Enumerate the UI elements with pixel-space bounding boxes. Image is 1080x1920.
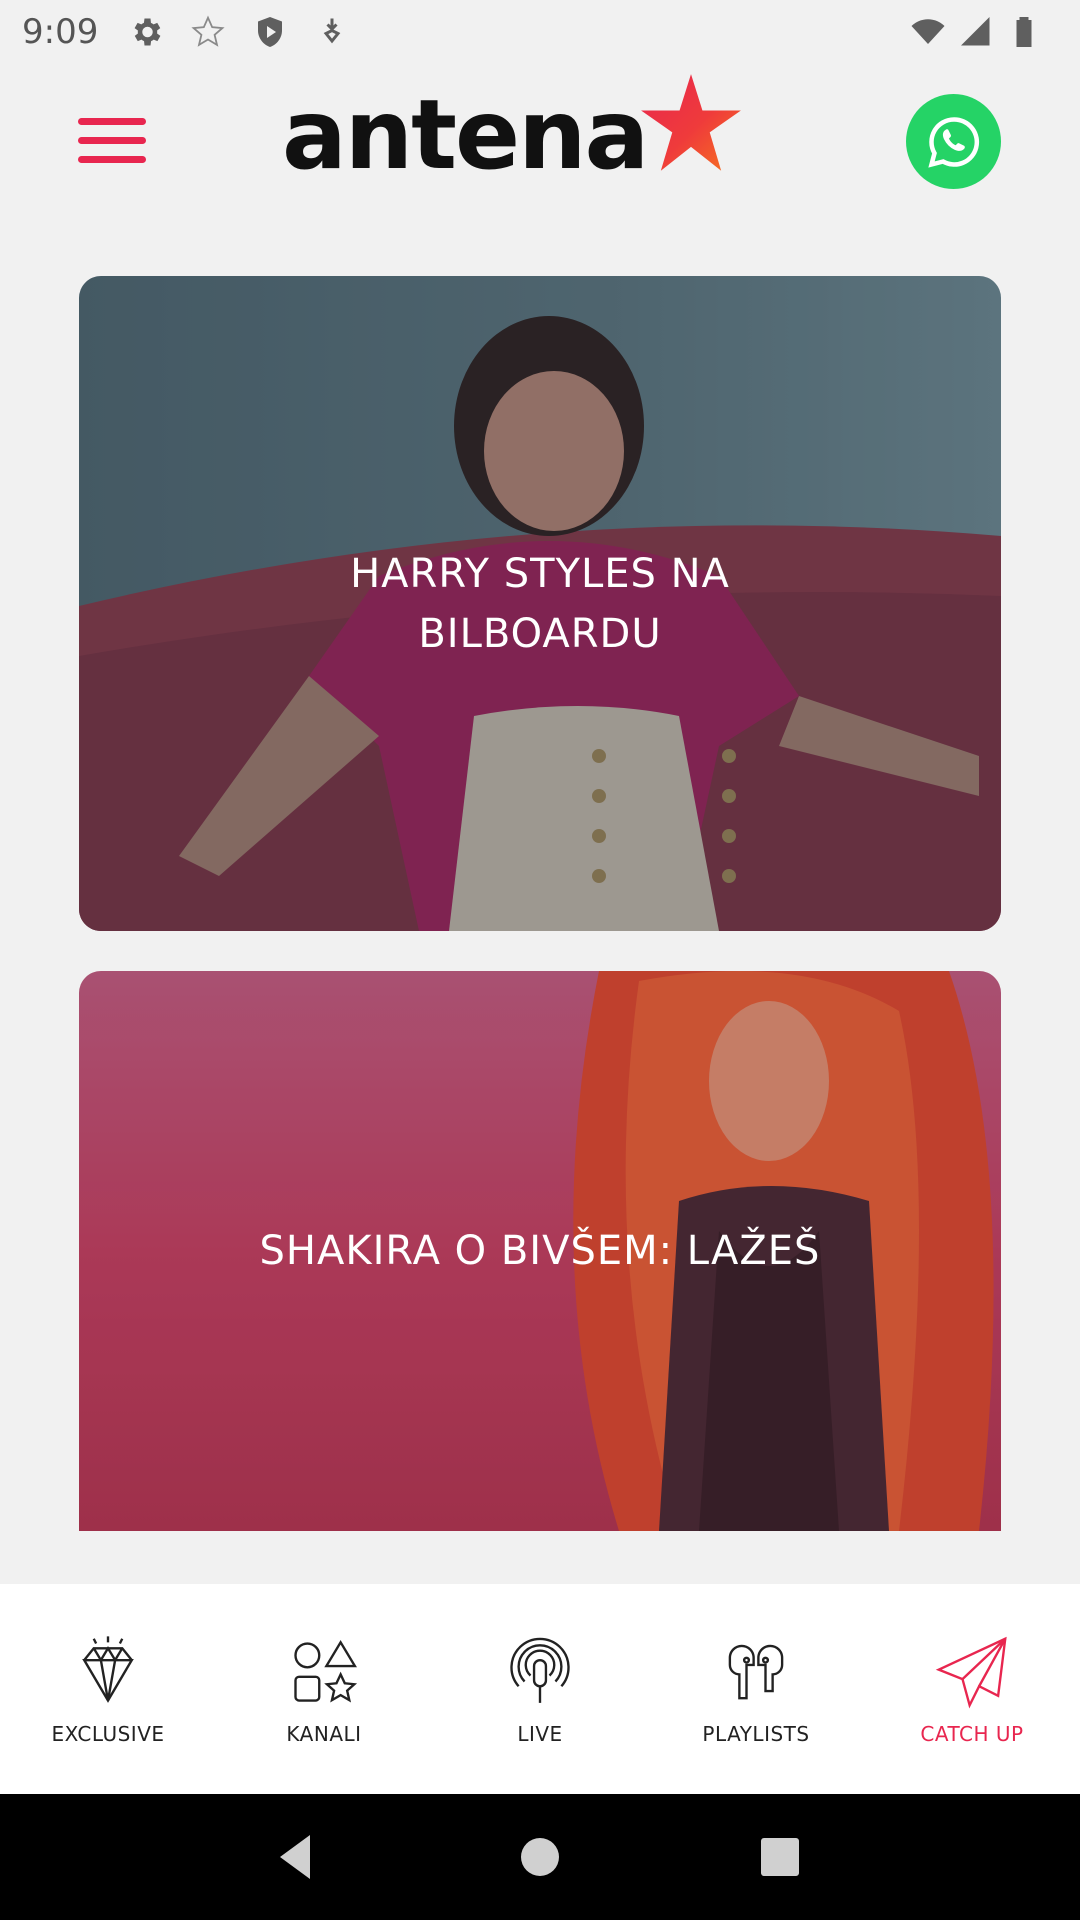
- whatsapp-button[interactable]: [906, 94, 1001, 189]
- nav-item-catch-up[interactable]: CATCH UP: [864, 1584, 1080, 1794]
- wifi-icon: [911, 19, 945, 44]
- system-nav-bar: [0, 1794, 1080, 1920]
- status-left-icons: [128, 14, 350, 50]
- menu-line: [78, 118, 146, 125]
- status-bar: 9:09: [0, 0, 1080, 64]
- download-icon: [324, 18, 341, 44]
- antena-logo: antena: [282, 74, 782, 194]
- home-icon[interactable]: [510, 1827, 570, 1887]
- nav-label: EXCLUSIVE: [51, 1722, 165, 1746]
- gear-icon: [134, 18, 161, 46]
- status-time: 9:09: [22, 12, 99, 52]
- diamond-icon: [82, 1636, 134, 1703]
- nav-label: KANALI: [286, 1722, 362, 1746]
- nav-label: LIVE: [517, 1722, 563, 1746]
- shapes-icon: [294, 1640, 358, 1703]
- nav-item-live[interactable]: LIVE: [432, 1584, 648, 1794]
- menu-line: [78, 137, 146, 144]
- cellular-signal-icon: [961, 17, 990, 46]
- nav-label: CATCH UP: [920, 1722, 1024, 1746]
- star-logo-icon: [641, 74, 742, 171]
- battery-icon: [1016, 17, 1032, 47]
- earbuds-icon: [728, 1644, 784, 1700]
- recents-icon[interactable]: [750, 1827, 810, 1887]
- nav-item-playlists[interactable]: PLAYLISTS: [648, 1584, 864, 1794]
- live-broadcast-icon: [510, 1637, 570, 1703]
- nav-item-exclusive[interactable]: EXCLUSIVE: [0, 1584, 216, 1794]
- back-icon[interactable]: [270, 1827, 330, 1887]
- news-card[interactable]: SHAKIRA O BIVŠEM: LAŽEŠ: [79, 971, 1001, 1531]
- star-outline-icon: [191, 15, 225, 47]
- shield-play-icon: [258, 17, 283, 47]
- card-title: HARRY STYLES NA BILBOARDU: [350, 550, 730, 657]
- hamburger-menu-icon[interactable]: [78, 118, 148, 170]
- app-header: antena: [0, 64, 1080, 224]
- paper-plane-icon: [935, 1636, 1007, 1709]
- card-title: SHAKIRA O BIVŠEM: LAŽEŠ: [259, 1228, 821, 1274]
- status-right-icons: [910, 14, 1042, 50]
- bottom-nav: EXCLUSIVE KANALI LIVE PLAYLISTS CATCH UP: [0, 1584, 1080, 1794]
- nav-item-kanali[interactable]: KANALI: [216, 1584, 432, 1794]
- nav-label: PLAYLISTS: [702, 1722, 810, 1746]
- menu-line: [78, 156, 146, 163]
- whatsapp-icon: [927, 116, 979, 168]
- news-card[interactable]: HARRY STYLES NA BILBOARDU: [79, 276, 1001, 931]
- logo-text: antena: [282, 79, 649, 191]
